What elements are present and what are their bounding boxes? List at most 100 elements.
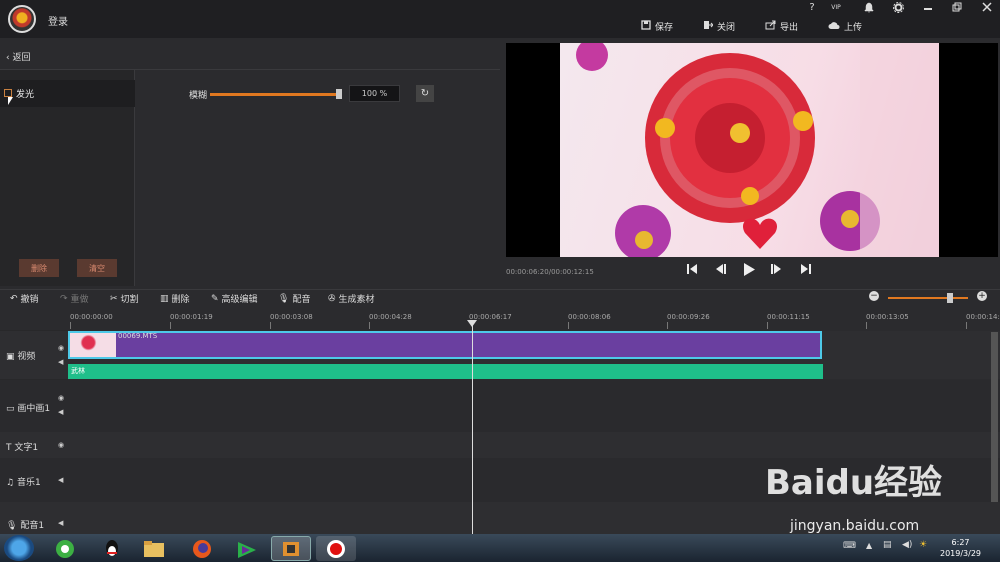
preview-timecode: 00:00:06:20/00:00:12:15 (506, 268, 594, 276)
export-button[interactable]: 导出 (765, 18, 798, 34)
undo-button[interactable]: ↶ 撤销 (10, 292, 39, 306)
pencil-icon: ✎ (211, 293, 219, 304)
effect-clip-label: 武林 (71, 367, 85, 375)
blur-value-field[interactable]: 100 % (349, 85, 400, 102)
video-icon: ▣ (6, 352, 15, 362)
text-icon: T (6, 443, 12, 453)
eye-icon[interactable]: ◉ (58, 441, 64, 449)
delete-button[interactable]: ▥ 删除 (160, 292, 190, 306)
cut-button[interactable]: ✂ 切割 (110, 292, 139, 306)
save-button[interactable]: 保存 (641, 18, 673, 34)
skip-to-end-icon[interactable] (800, 263, 812, 279)
zoom-out-icon[interactable]: − (869, 291, 879, 301)
app-logo (8, 5, 36, 33)
eye-icon[interactable]: ◉ (58, 394, 64, 402)
screen-recorder-icon[interactable] (316, 536, 356, 561)
upload-button[interactable]: 上传 (828, 18, 862, 34)
ruler-tick (966, 322, 967, 329)
ruler-tick (767, 322, 768, 329)
play-icon[interactable] (743, 263, 755, 280)
track-label-dub: 🎙 配音1 (6, 518, 44, 531)
trash-icon: ▥ (160, 293, 169, 304)
login-link[interactable]: 登录 (48, 13, 68, 28)
track-name: 配音1 (20, 521, 45, 531)
tray-expand-icon[interactable]: ▲ (866, 541, 872, 550)
firefox-icon[interactable] (182, 536, 222, 561)
delete-effect-button[interactable]: 删除 (19, 259, 59, 277)
network-icon[interactable]: ▤ (883, 540, 892, 550)
ruler-tick (568, 322, 569, 329)
step-back-icon[interactable] (714, 263, 727, 279)
restore-icon[interactable] (950, 2, 964, 14)
volume-icon[interactable]: ◀) (902, 540, 912, 550)
qq-icon[interactable] (92, 536, 132, 561)
vip-icon[interactable]: VIP (829, 4, 843, 16)
ruler-tick-label: 00:00:04:28 (369, 313, 412, 321)
track-name: 画中画1 (17, 404, 51, 414)
ruler-tick-label: 00:00:11:15 (767, 313, 810, 321)
video-clip[interactable] (68, 331, 822, 359)
help-icon[interactable]: ? (805, 2, 819, 14)
zoom-in-icon[interactable]: + (977, 291, 987, 301)
clip-thumbnail (70, 333, 116, 357)
speaker-icon[interactable]: ◀ (58, 408, 63, 416)
advanced-edit-button[interactable]: ✎ 高级编辑 (211, 292, 258, 306)
ruler-tick (667, 322, 668, 329)
settings-icon[interactable] (891, 2, 905, 14)
clear-effects-button[interactable]: 清空 (77, 259, 117, 277)
active-app-icon[interactable] (271, 536, 311, 561)
cloud-upload-icon (828, 20, 840, 33)
playhead[interactable] (472, 320, 473, 534)
speaker-icon[interactable]: ◀ (58, 358, 63, 366)
playhead-handle[interactable] (467, 320, 477, 327)
ruler-tick-label: 00:00:09:26 (667, 313, 710, 321)
zoom-slider-track[interactable] (888, 297, 968, 299)
track-row-pip (0, 380, 1000, 432)
close-icon[interactable] (980, 2, 994, 14)
blur-slider-track[interactable] (210, 93, 340, 96)
reset-button[interactable]: ↻ (416, 85, 434, 102)
close-project-button[interactable]: 关闭 (703, 18, 735, 34)
taskbar-clock[interactable]: 6:27 2019/3/29 (940, 537, 981, 559)
microphone-icon: 🎙 (278, 293, 290, 304)
start-button[interactable] (4, 535, 34, 561)
ruler-tick-label: 00:00:03:08 (270, 313, 313, 321)
video-editor-icon[interactable] (227, 536, 267, 561)
browser-360-icon[interactable] (45, 536, 85, 561)
cut-label: 切割 (120, 295, 139, 305)
effect-item-label: 发光 (16, 90, 35, 100)
ruler-tick (369, 322, 370, 329)
dub-label: 配音 (292, 295, 311, 305)
app-window: 登录 ? VIP 保存 关闭 导出 上传 ‹ 返回 发光 删除 清空 模糊 10… (0, 0, 1000, 562)
effect-checkbox[interactable] (4, 89, 12, 97)
undo-icon: ↶ (10, 293, 18, 304)
blur-label: 模糊 (189, 91, 208, 101)
keyboard-icon[interactable]: ⌨ (843, 541, 856, 551)
timeline-scrollbar[interactable] (991, 332, 998, 502)
effect-clip[interactable] (68, 364, 823, 379)
reset-icon: ↻ (420, 88, 430, 99)
scissors-icon: ✂ (110, 293, 118, 304)
file-explorer-icon[interactable] (134, 536, 174, 561)
speaker-icon[interactable]: ◀ (58, 519, 63, 527)
redo-button[interactable]: ↷ 重做 (60, 292, 89, 306)
preview-frame-image (560, 43, 939, 257)
weather-icon[interactable]: ☀ (919, 540, 927, 550)
close-project-label: 关闭 (717, 22, 736, 33)
zoom-slider-handle[interactable] (947, 293, 953, 303)
blur-slider-handle[interactable] (336, 89, 342, 99)
music-note-icon: ♫ (6, 478, 15, 488)
back-button[interactable]: ‹ 返回 (6, 50, 30, 63)
step-forward-icon[interactable] (770, 263, 783, 279)
generate-material-button[interactable]: ✇ 生成素材 (328, 292, 375, 306)
bell-icon[interactable] (862, 2, 876, 14)
minimize-icon[interactable] (921, 2, 935, 14)
edit-toolbar (0, 289, 1000, 309)
eye-icon[interactable]: ◉ (58, 344, 64, 352)
speaker-icon[interactable]: ◀ (58, 476, 63, 484)
export-label: 导出 (780, 22, 799, 33)
clock-date: 2019/3/29 (940, 549, 982, 558)
dub-button[interactable]: 🎙 配音 (278, 292, 311, 306)
skip-to-start-icon[interactable] (686, 263, 698, 279)
ruler-tick (170, 322, 171, 329)
